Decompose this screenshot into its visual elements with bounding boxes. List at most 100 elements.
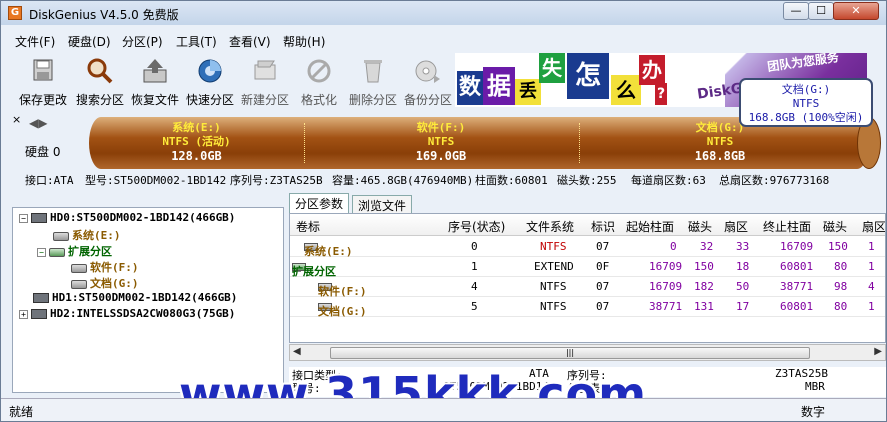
row-start-cyl: 16709 <box>649 260 683 273</box>
partition-size: 169.0GB <box>415 149 467 163</box>
menu-partition[interactable]: 分区(P) <box>122 33 163 50</box>
row-fs: NTFS <box>540 280 567 293</box>
save-icon <box>33 59 53 81</box>
scroll-left-icon[interactable]: ◀ <box>293 346 301 357</box>
row-id: 0F <box>596 260 610 273</box>
horizontal-scrollbar[interactable]: ◀ ||| ▶ <box>289 344 886 361</box>
menu-tools[interactable]: 工具(T) <box>176 33 217 50</box>
banner-char: 么 <box>611 75 641 105</box>
recover-files-label: 恢复文件 <box>130 93 179 107</box>
row-fs: NTFS <box>540 300 567 313</box>
banner-char: 据 <box>483 67 515 105</box>
row-end-sector: 1 <box>868 260 875 273</box>
row-end-cyl: 38771 <box>780 280 814 293</box>
tab-browse-files[interactable]: 浏览文件 <box>352 195 413 213</box>
quick-partition-icon <box>198 59 222 83</box>
tab-partition-params[interactable]: 分区参数 <box>289 193 350 213</box>
partition-size: 168.8GB <box>694 149 746 163</box>
delete-partition-button[interactable]: 删除分区 <box>345 55 401 107</box>
menu-help[interactable]: 帮助(H) <box>283 33 325 50</box>
search-partition-button[interactable]: 搜索分区 <box>72 55 128 107</box>
quick-partition-button[interactable]: 快速分区 <box>182 55 238 107</box>
col-end-cyl[interactable]: 终止柱面 <box>763 218 811 235</box>
partition-fs: NTFS <box>427 135 455 148</box>
row-end-head: 80 <box>834 300 848 313</box>
main-window: G DiskGenius V4.5.0 免费版 — ☐ ✕ 文件(F) 硬盘(D… <box>0 0 887 422</box>
status-text: 就绪 <box>9 405 34 419</box>
col-volume-label[interactable]: 卷标 <box>296 218 320 235</box>
banner-char: 怎 <box>567 53 609 99</box>
partition-fs: NTFS (活动) <box>162 135 231 148</box>
tree-item-system-e[interactable]: 系统(E:) <box>53 227 121 243</box>
col-start-cyl[interactable]: 起始柱面 <box>626 218 674 235</box>
row-head: 131 <box>694 300 714 313</box>
row-head: 32 <box>700 240 714 253</box>
collapse-icon[interactable]: − <box>37 247 46 257</box>
menu-view[interactable]: 查看(V) <box>229 33 271 50</box>
search-partition-icon <box>87 58 113 84</box>
menu-disk[interactable]: 硬盘(D) <box>68 33 111 50</box>
delete-partition-icon <box>364 60 382 83</box>
scroll-thumb[interactable]: ||| <box>330 347 810 359</box>
col-filesystem[interactable]: 文件系统 <box>526 218 574 235</box>
expand-icon[interactable]: + <box>19 309 28 319</box>
new-partition-icon <box>254 60 276 80</box>
row-end-cyl: 60801 <box>780 260 814 273</box>
info-serial: 序列号:Z3TAS25B <box>230 174 323 187</box>
row-seq: 1 <box>471 260 478 273</box>
detail-table-type-value: MBR <box>805 380 825 393</box>
banner-char: 失 <box>539 53 565 83</box>
close-panel-icon[interactable]: × <box>12 113 21 126</box>
backup-partition-label: 备份分区 <box>403 93 452 107</box>
tree-item-hd2[interactable]: + HD2:INTELSSDSA2CW080G3(75GB) <box>19 307 235 323</box>
save-label: 保存更改 <box>18 93 67 107</box>
tree-item-software-f[interactable]: 软件(F:) <box>71 259 139 275</box>
volume-icon <box>71 263 87 273</box>
table-row[interactable]: −扩展分区 1 EXTEND 0F 16709 150 18 60801 80 … <box>290 257 885 278</box>
tree-item-label: 文档(G:) <box>90 277 139 290</box>
partition-block-e[interactable]: 系统(E:) NTFS (活动) 128.0GB <box>89 118 304 166</box>
col-end-head[interactable]: 磁头 <box>823 218 847 235</box>
save-button[interactable]: 保存更改 <box>15 55 71 107</box>
table-row[interactable]: 软件(F:) 4 NTFS 07 16709 182 50 38771 98 4 <box>290 277 885 298</box>
tree-item-extended[interactable]: − 扩展分区 <box>37 243 112 259</box>
row-start-cyl: 0 <box>670 240 677 253</box>
col-head[interactable]: 磁头 <box>688 218 712 235</box>
col-seq[interactable]: 序号(状态) <box>448 218 505 235</box>
minimize-button[interactable]: — <box>783 2 809 20</box>
collapse-icon[interactable]: − <box>19 213 28 223</box>
volume-icon <box>53 231 69 241</box>
banner-char: 数 <box>457 71 483 105</box>
tree-item-hd1[interactable]: HD1:ST500DM002-1BD142(466GB) <box>33 291 237 307</box>
partition-tooltip: 文档(G:) NTFS 168.8GB (100%空闲) <box>739 78 873 127</box>
backup-partition-button[interactable]: 备份分区 <box>400 55 456 107</box>
new-partition-button[interactable]: 新建分区 <box>237 55 293 107</box>
col-id[interactable]: 标识 <box>591 218 615 235</box>
tree-item-documents-g[interactable]: 文档(G:) <box>71 275 139 291</box>
partition-block-f[interactable]: 软件(F:) NTFS 169.0GB <box>305 118 577 166</box>
close-button[interactable]: ✕ <box>833 2 879 20</box>
scroll-right-icon[interactable]: ▶ <box>874 346 882 357</box>
search-partition-label: 搜索分区 <box>75 93 124 107</box>
recover-files-icon <box>143 59 167 83</box>
row-sector: 33 <box>736 240 750 253</box>
new-partition-label: 新建分区 <box>240 93 289 107</box>
tree-item-hd0[interactable]: − HD0:ST500DM002-1BD142(466GB) <box>19 211 235 227</box>
table-row[interactable]: 文档(G:) 5 NTFS 07 38771 131 17 60801 80 1 <box>290 297 885 318</box>
partition-name: 软件(F:) <box>416 121 466 134</box>
info-model: 型号:ST500DM002-1BD142 <box>85 174 227 187</box>
info-capacity: 容量:465.8GB(476940MB) <box>332 174 474 187</box>
partition-size: 128.0GB <box>171 149 222 163</box>
row-start-cyl: 38771 <box>649 300 683 313</box>
partition-table: 卷标 序号(状态) 文件系统 标识 起始柱面 磁头 扇区 终止柱面 磁头 扇区 … <box>289 213 886 343</box>
tree-item-label: HD1:ST500DM002-1BD142(466GB) <box>52 291 238 304</box>
table-row[interactable]: 系统(E:) 0 NTFS 07 0 32 33 16709 150 1 <box>290 237 885 258</box>
col-sector[interactable]: 扇区 <box>724 218 748 235</box>
disk-nav-arrows-icon[interactable]: ◀▶ <box>29 116 47 130</box>
menu-file[interactable]: 文件(F) <box>15 33 55 50</box>
banner-char: 丢 <box>515 79 541 105</box>
maximize-button[interactable]: ☐ <box>808 2 834 20</box>
recover-files-button[interactable]: 恢复文件 <box>127 55 183 107</box>
col-end-sector[interactable]: 扇区 <box>862 218 885 235</box>
format-button[interactable]: 格式化 <box>293 55 345 107</box>
